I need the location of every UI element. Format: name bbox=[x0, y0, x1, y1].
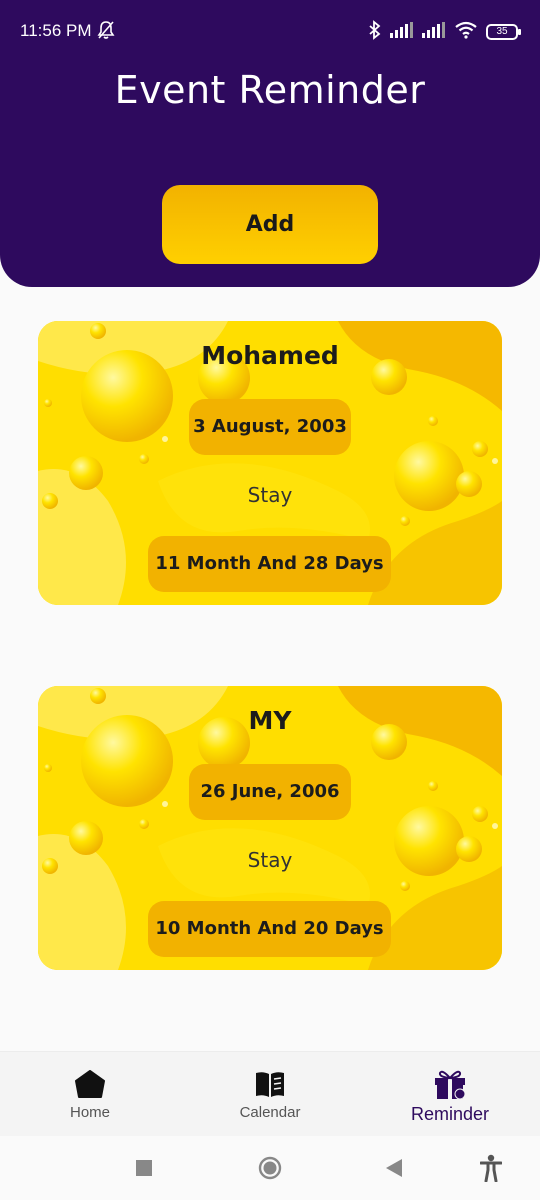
gift-icon bbox=[432, 1067, 468, 1101]
event-duration-pill: 11 Month And 28 Days bbox=[148, 536, 391, 592]
nav-item-calendar[interactable]: Calendar bbox=[180, 1052, 360, 1137]
recents-square-icon[interactable] bbox=[136, 1160, 152, 1180]
nav-label-home: Home bbox=[69, 1104, 110, 1121]
event-date-pill: 26 June, 2006 bbox=[189, 764, 351, 820]
accessibility-icon[interactable] bbox=[479, 1154, 503, 1186]
stay-label: Stay bbox=[247, 848, 293, 872]
event-name: MY bbox=[248, 706, 292, 735]
wifi-icon bbox=[454, 21, 478, 43]
nav-item-reminder[interactable]: Reminder bbox=[360, 1052, 540, 1137]
home-icon bbox=[72, 1067, 108, 1101]
nav-item-home[interactable]: Home bbox=[0, 1052, 180, 1137]
event-card[interactable]: Mohamed 3 August, 2003 Stay 11 Month And… bbox=[38, 321, 502, 605]
status-time: 11:56 PM bbox=[20, 21, 92, 40]
stay-label: Stay bbox=[247, 483, 293, 507]
signal-icon-2 bbox=[422, 22, 446, 42]
nav-label-calendar: Calendar bbox=[239, 1104, 301, 1121]
event-name: Mohamed bbox=[201, 341, 339, 370]
event-card[interactable]: MY 26 June, 2006 Stay 10 Month And 20 Da… bbox=[38, 686, 502, 970]
book-icon bbox=[252, 1067, 288, 1101]
signal-icon bbox=[390, 22, 414, 42]
add-button[interactable]: Add bbox=[162, 185, 378, 264]
event-date-pill: 3 August, 2003 bbox=[189, 399, 351, 455]
event-duration-pill: 10 Month And 20 Days bbox=[148, 901, 391, 957]
bluetooth-icon bbox=[368, 20, 382, 44]
nav-label-reminder: Reminder bbox=[410, 1104, 490, 1124]
battery-icon: 35 bbox=[486, 24, 521, 40]
home-circle-icon[interactable] bbox=[258, 1156, 282, 1184]
muted-bell-icon bbox=[96, 20, 116, 44]
back-triangle-icon[interactable] bbox=[386, 1159, 402, 1181]
page-title: Event Reminder bbox=[114, 68, 426, 112]
bottom-navigation: Home Calendar Reminder bbox=[0, 1051, 540, 1136]
system-navigation-bar bbox=[0, 1136, 540, 1200]
